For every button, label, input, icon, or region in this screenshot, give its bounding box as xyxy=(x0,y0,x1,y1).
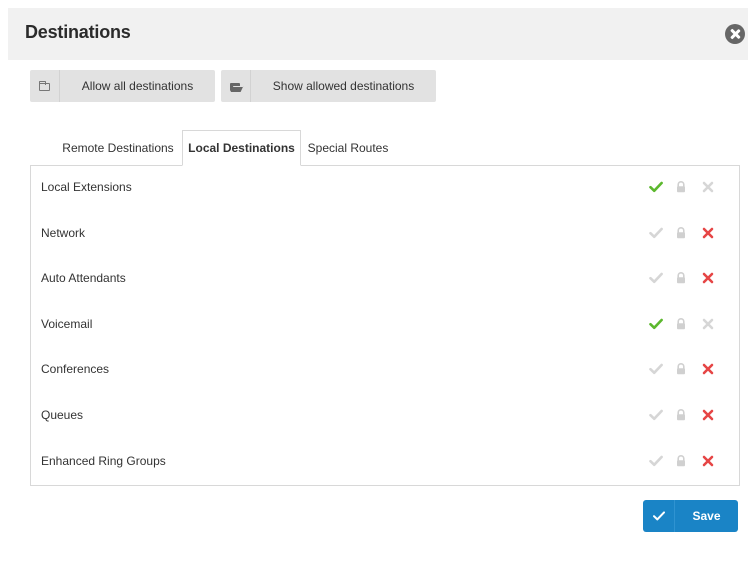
destination-row: Queues xyxy=(31,396,739,436)
destination-row: Local Extensions xyxy=(31,168,739,208)
destination-label: Local Extensions xyxy=(41,180,132,194)
show-allowed-destinations-button[interactable]: Show allowed destinations xyxy=(221,70,436,102)
deny-x-icon[interactable] xyxy=(699,269,717,287)
deny-x-icon[interactable] xyxy=(699,452,717,470)
lock-icon[interactable] xyxy=(672,360,690,378)
dialog-title: Destinations xyxy=(25,22,131,42)
save-button[interactable]: Save xyxy=(643,500,738,532)
destination-label: Enhanced Ring Groups xyxy=(41,454,166,468)
tab-remote-destinations[interactable]: Remote Destinations xyxy=(53,130,183,166)
allow-check-icon[interactable] xyxy=(647,224,665,242)
allow-check-icon[interactable] xyxy=(647,360,665,378)
folder-outline-icon xyxy=(30,70,60,102)
destination-label: Queues xyxy=(41,408,84,422)
dialog-header: Destinations xyxy=(8,8,748,60)
tab-local-destinations[interactable]: Local Destinations xyxy=(182,130,301,166)
destination-row: Auto Attendants xyxy=(31,259,739,299)
destination-label: Voicemail xyxy=(41,317,93,331)
lock-icon[interactable] xyxy=(672,269,690,287)
show-allowed-destinations-label: Show allowed destinations xyxy=(272,79,415,93)
lock-icon[interactable] xyxy=(672,452,690,470)
destination-row: Enhanced Ring Groups xyxy=(31,442,739,482)
destination-row: Network xyxy=(31,214,739,254)
deny-x-icon[interactable] xyxy=(699,360,717,378)
destinations-dialog: Destinations Allow all destinations Show… xyxy=(8,8,748,588)
allow-check-icon[interactable] xyxy=(647,452,665,470)
allow-check-icon[interactable] xyxy=(647,406,665,424)
destination-label: Conferences xyxy=(41,362,110,376)
deny-x-icon[interactable] xyxy=(699,315,717,333)
lock-icon[interactable] xyxy=(672,406,690,424)
allow-check-icon[interactable] xyxy=(647,178,665,196)
folder-open-icon xyxy=(221,70,251,102)
deny-x-icon[interactable] xyxy=(699,178,717,196)
save-label: Save xyxy=(692,509,721,523)
destination-row: Voicemail xyxy=(31,305,739,345)
lock-icon[interactable] xyxy=(672,178,690,196)
destination-label: Auto Attendants xyxy=(41,271,126,285)
allow-check-icon[interactable] xyxy=(647,269,665,287)
local-destinations-panel: Local Extensions Network Auto Attendants Vo… xyxy=(30,165,740,486)
lock-icon[interactable] xyxy=(672,315,690,333)
allow-all-destinations-label: Allow all destinations xyxy=(81,79,194,93)
destination-label: Network xyxy=(41,226,86,240)
deny-x-icon[interactable] xyxy=(699,224,717,242)
allow-check-icon[interactable] xyxy=(647,315,665,333)
allow-all-destinations-button[interactable]: Allow all destinations xyxy=(30,70,215,102)
destination-row: Conferences xyxy=(31,350,739,390)
checkmark-icon xyxy=(643,500,675,532)
deny-x-icon[interactable] xyxy=(699,406,717,424)
tab-special-routes[interactable]: Special Routes xyxy=(301,130,395,166)
close-icon[interactable] xyxy=(725,24,745,44)
lock-icon[interactable] xyxy=(672,224,690,242)
